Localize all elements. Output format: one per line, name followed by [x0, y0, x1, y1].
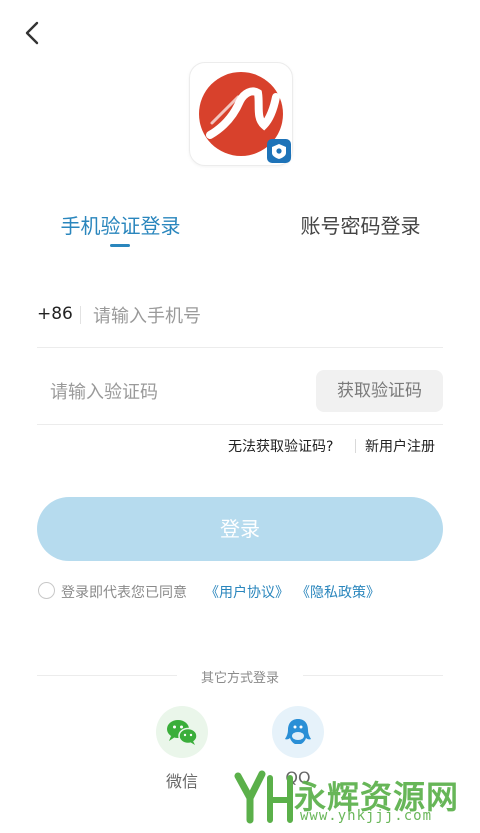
- code-field-underline: [37, 424, 443, 425]
- cannot-get-code-link[interactable]: 无法获取验证码?: [228, 436, 333, 456]
- register-link[interactable]: 新用户注册: [365, 436, 435, 456]
- chevron-left-icon: [25, 21, 39, 45]
- watermark-url: www.yhkjjj.com: [300, 808, 433, 824]
- login-button[interactable]: 登录: [37, 497, 443, 561]
- privacy-policy-link[interactable]: 《隐私政策》: [296, 582, 380, 602]
- phone-input[interactable]: [93, 302, 423, 330]
- agreement-text: 登录即代表您已同意: [61, 585, 187, 601]
- link-divider: [355, 439, 356, 453]
- country-code[interactable]: +86: [37, 304, 73, 324]
- agreement-checkbox[interactable]: [38, 582, 55, 599]
- tab-password-login[interactable]: 账号密码登录: [298, 210, 423, 239]
- logo-badge-icon: [267, 139, 291, 163]
- user-agreement-link[interactable]: 《用户协议》: [205, 582, 289, 602]
- tab-active-indicator: [110, 244, 130, 247]
- wechat-login-button[interactable]: [156, 706, 208, 758]
- phone-field-underline: [37, 347, 443, 348]
- divider-left: [37, 675, 177, 676]
- wechat-label: 微信: [165, 772, 198, 791]
- qq-icon: [285, 719, 311, 744]
- qq-login-button[interactable]: [272, 706, 324, 758]
- country-code-divider: [80, 306, 81, 324]
- back-button[interactable]: [18, 18, 48, 48]
- wechat-icon: [167, 720, 198, 745]
- get-code-button[interactable]: 获取验证码: [316, 370, 443, 412]
- divider-right: [303, 675, 443, 676]
- watermark-yh-icon: [234, 770, 293, 824]
- other-login-title: 其它方式登录: [200, 671, 279, 686]
- verification-code-input[interactable]: [50, 378, 300, 406]
- tab-phone-login[interactable]: 手机验证登录: [58, 210, 183, 239]
